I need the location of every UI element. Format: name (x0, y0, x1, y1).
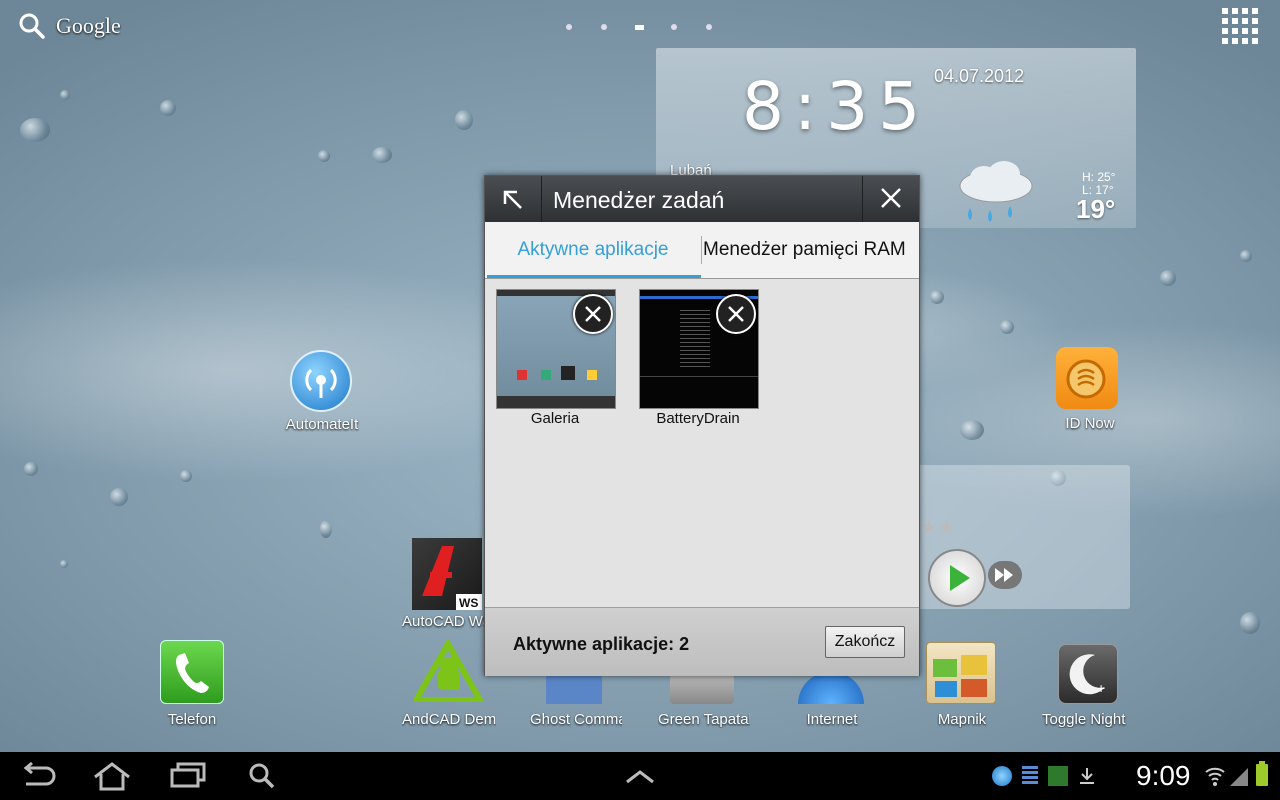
close-app-button[interactable] (716, 294, 756, 334)
download-notif-icon (1078, 766, 1096, 786)
expand-button[interactable] (485, 176, 542, 222)
green-notif-icon (1048, 766, 1068, 786)
tab-ram-manager[interactable]: Menedżer pamięci RAM (703, 222, 919, 278)
mini-apps-button[interactable] (616, 760, 664, 792)
tab-underline (487, 275, 701, 278)
search-button[interactable] (238, 760, 286, 792)
page-dot (706, 24, 712, 30)
dock-item-toggle-night[interactable]: + Toggle Night (1040, 638, 1140, 734)
clock-date: 04.07.2012 (934, 66, 1025, 86)
app-name: Galeria (530, 410, 580, 427)
back-icon (23, 762, 56, 786)
task-manager-dialog: Menedżer zadań Aktywne aplikacje Menedże… (484, 175, 920, 676)
app-label: ID Now (1065, 415, 1115, 432)
dock-label: Mapnik (937, 711, 987, 728)
app-drawer-button[interactable] (1222, 8, 1258, 44)
dock-item-andcad[interactable]: AndCAD Demo (400, 637, 496, 734)
home-button[interactable] (88, 760, 136, 792)
moon-icon: + (1058, 644, 1118, 704)
autocad-ws-icon: WS (412, 538, 482, 610)
search-icon (19, 13, 45, 39)
close-icon (881, 188, 901, 208)
page-dot (601, 24, 607, 30)
svg-text:+: + (1097, 680, 1105, 696)
google-search[interactable]: Google (18, 10, 121, 42)
app-thumbnail[interactable] (639, 289, 759, 409)
signal-icon (1230, 768, 1248, 786)
page-dot (671, 24, 677, 30)
grid-icon (1222, 8, 1258, 44)
automateit-notif-icon (992, 766, 1012, 786)
app-autocad-ws[interactable]: WS AutoCAD WS (400, 536, 484, 632)
search-icon (249, 763, 275, 789)
dock-label: AndCAD Demo (402, 711, 496, 728)
home-icon (94, 762, 130, 791)
fast-forward-button[interactable] (988, 561, 1022, 589)
battery-icon (1256, 761, 1268, 786)
app-automateit[interactable]: AutomateIt (280, 350, 360, 440)
globe-icon (798, 672, 864, 704)
dock-label: Internet (806, 711, 858, 728)
weather-current: 19° (1076, 194, 1116, 224)
mapnik-folder-icon (926, 642, 996, 704)
app-id-now[interactable]: ID Now (1050, 345, 1130, 435)
ghost-commander-icon (546, 674, 602, 704)
automateit-icon (290, 350, 352, 412)
list-notif-icon (1022, 766, 1038, 786)
dialog-title: Menedżer zadań (553, 187, 725, 213)
notification-icons[interactable] (992, 764, 1096, 788)
dock-label: Toggle Night (1042, 711, 1126, 728)
svg-text:WS: WS (459, 596, 478, 610)
page-indicator (560, 22, 720, 32)
page-dot-active (635, 25, 644, 30)
play-icon (950, 565, 970, 591)
chevron-up-icon (626, 770, 654, 784)
close-circle-icon (585, 306, 601, 322)
play-button[interactable] (928, 549, 986, 607)
back-button[interactable] (14, 760, 62, 792)
active-apps-count: Aktywne aplikacje: 2 (513, 634, 690, 654)
dock-label: Telefon (167, 711, 217, 728)
end-all-button[interactable]: Zakończ (825, 626, 905, 658)
page-dot (566, 24, 572, 30)
dock-item-telefon[interactable]: Telefon (150, 638, 234, 734)
app-thumbnail[interactable] (496, 289, 616, 409)
dialog-header: Menedżer zadań (485, 176, 919, 222)
status-time: 9:09 (1136, 760, 1191, 791)
music-widget[interactable]: ★★ (916, 465, 1130, 609)
recent-apps-button[interactable] (164, 760, 212, 792)
app-name: BatteryDrain (656, 410, 740, 427)
close-dialog-button[interactable] (862, 176, 919, 222)
close-app-button[interactable] (573, 294, 613, 334)
tab-active-apps[interactable]: Aktywne aplikacje (485, 222, 701, 278)
rating-stars: ★★ (920, 517, 956, 539)
system-bar: 9:09 (0, 752, 1280, 800)
wifi-icon (1205, 767, 1225, 786)
arrow-up-left-icon (503, 190, 522, 209)
fast-forward-icon (995, 568, 1013, 582)
app-label: AutomateIt (285, 416, 359, 433)
recent-apps-icon (170, 762, 206, 788)
id-now-icon (1056, 347, 1118, 409)
rain-cloud-icon (959, 161, 1033, 222)
dialog-footer: Aktywne aplikacje: 2 Zakończ (485, 607, 919, 676)
close-circle-icon (728, 306, 744, 322)
clock-time: 8:35 (742, 68, 931, 145)
dock-label: Ghost Commander (530, 711, 622, 728)
google-label: Google (56, 13, 121, 38)
green-tapatalk-icon (670, 674, 734, 704)
weather-high: H: 25° (1082, 170, 1116, 184)
dock-label: Green Tapatalk (658, 711, 750, 728)
phone-icon (160, 640, 224, 704)
dialog-tabs: Aktywne aplikacje Menedżer pamięci RAM (485, 222, 919, 279)
app-label: AutoCAD WS (402, 613, 484, 630)
tab-divider (701, 236, 702, 264)
dock-item-mapnik[interactable]: Mapnik (920, 638, 1004, 734)
andcad-icon (410, 637, 486, 703)
